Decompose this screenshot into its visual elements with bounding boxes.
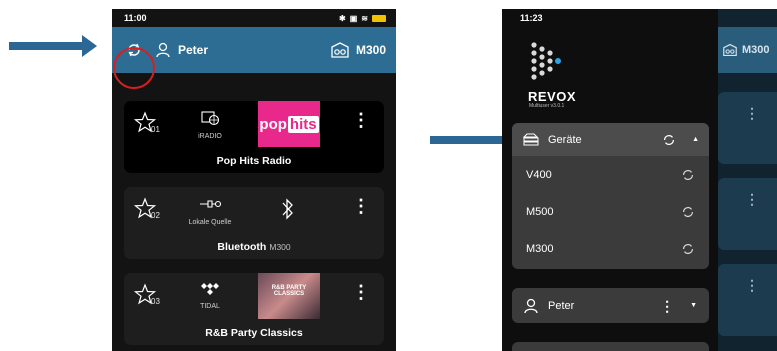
favorite-card-bluetooth[interactable]: 02 Lokale Quelle ⋮ Bluetooth M300 [124,187,384,259]
sync-icon[interactable] [681,242,695,256]
device-selector[interactable]: M300 [330,41,386,59]
device-row-label: V400 [526,168,552,181]
device-row-v400[interactable]: V400 [512,156,709,193]
local-source-plug-icon [200,200,222,208]
bluetooth-icon [282,198,293,220]
phone-screen-favorites: 11:00 ✱ ▣ ≋ Peter M300 01 iRADIO pop hit… [112,9,396,351]
sync-icon[interactable] [681,168,695,182]
background-top-bar: M300 [718,27,777,73]
logo-text: REVOX [528,89,577,104]
source-label: TIDAL [200,303,220,310]
highlight-circle [113,47,155,89]
sync-icon[interactable] [662,133,676,147]
cover-art-pop-hits: pop hits [258,101,320,147]
devices-header[interactable]: Geräte ▲ [512,123,709,156]
next-panel [512,342,709,351]
background-card: ⋮ [718,178,777,250]
sync-icon[interactable] [681,205,695,219]
source-local: Lokale Quelle [188,196,232,226]
annotation-arrow-right [430,129,518,151]
source-tidal: TIDAL [188,282,232,310]
status-time: 11:23 [520,13,543,23]
cover-text-box: hits [287,115,319,133]
more-options-icon: ⋮ [745,277,759,293]
status-icons: ✱ ▣ ≋ [339,14,386,23]
favorite-number: 01 [151,125,160,134]
devices-panel: Geräte ▲ V400 M500 M300 [512,123,709,269]
devices-label: Geräte [548,133,582,146]
background-screen: M300 ⋮ ⋮ ⋮ [718,9,777,351]
favorite-card-rnb[interactable]: 03 TIDAL R&B PARTY CLASSICS ⋮ R&B Party … [124,273,384,345]
collapse-caret-icon[interactable]: ▲ [692,136,699,143]
background-device-name: M300 [742,44,770,56]
source-label: Lokale Quelle [188,219,232,226]
cover-art-rnb: R&B PARTY CLASSICS [258,273,320,319]
user-panel[interactable]: Peter ⋮ ▼ [512,288,709,323]
status-time: 11:00 [124,13,147,23]
more-options-icon[interactable]: ⋮ [352,111,370,129]
bluetooth-status-icon: ✱ [339,13,346,23]
battery-icon [372,14,386,22]
user-name[interactable]: Peter [178,43,208,57]
revox-logo-icon [531,42,561,80]
logo-version: Multiuser v3.0.1 [529,103,565,109]
favorite-title: Bluetooth M300 [124,241,384,253]
status-bar: 11:23 [502,9,718,27]
user-icon [524,298,538,313]
user-name: Peter [548,299,575,312]
favorite-title-text: Pop Hits Radio [216,155,292,167]
background-card: ⋮ [718,92,777,164]
annotation-arrow-left [9,35,97,57]
favorite-number: 03 [151,297,160,306]
more-options-icon[interactable]: ⋮ [660,299,674,313]
expand-caret-icon[interactable]: ▼ [690,302,697,309]
speaker-device-icon [331,42,349,58]
nfc-status-icon: ▣ [349,13,358,23]
background-card: ⋮ [718,264,777,336]
speaker-device-icon [723,43,737,57]
cover-text: pop [259,115,287,133]
phone-screen-drawer: M300 ⋮ ⋮ ⋮ 11:23 REVOX Multiuser v3.0.1 … [502,9,777,351]
device-row-m500[interactable]: M500 [512,193,709,230]
favorite-title: Pop Hits Radio [124,155,384,167]
more-options-icon: ⋮ [745,105,759,121]
device-name: M300 [355,43,386,57]
wifi-status-icon: ≋ [361,13,368,23]
source-iradio: iRADIO [188,110,232,140]
more-options-icon[interactable]: ⋮ [352,283,370,301]
device-row-label: M300 [526,242,554,255]
favorites-list: 01 iRADIO pop hits ⋮ Pop Hits Radio 02 L… [112,73,396,345]
user-icon [156,42,170,58]
favorite-title-text: Bluetooth [217,241,267,253]
radio-globe-icon [201,111,220,126]
favorite-subtitle: M300 [269,242,291,252]
device-row-label: M500 [526,205,554,218]
cover-text: R&B PARTY CLASSICS [271,285,307,297]
devices-stack-icon [522,133,539,145]
navigation-drawer: 11:23 REVOX Multiuser v3.0.1 Geräte ▲ V4… [502,9,718,351]
tidal-logo-icon [201,283,219,295]
source-label: iRADIO [198,133,222,140]
favorite-card-pop-hits[interactable]: 01 iRADIO pop hits ⋮ Pop Hits Radio [124,101,384,173]
more-options-icon[interactable]: ⋮ [352,197,370,215]
favorite-title-text: R&B Party Classics [205,327,303,339]
device-row-m300[interactable]: M300 [512,230,709,267]
top-bar: Peter M300 [112,27,396,89]
favorite-title: R&B Party Classics [124,327,384,339]
status-bar: 11:00 ✱ ▣ ≋ [112,9,396,27]
favorite-number: 02 [151,211,160,220]
more-options-icon: ⋮ [745,191,759,207]
stage: 11:00 ✱ ▣ ≋ Peter M300 01 iRADIO pop hit… [0,0,777,351]
